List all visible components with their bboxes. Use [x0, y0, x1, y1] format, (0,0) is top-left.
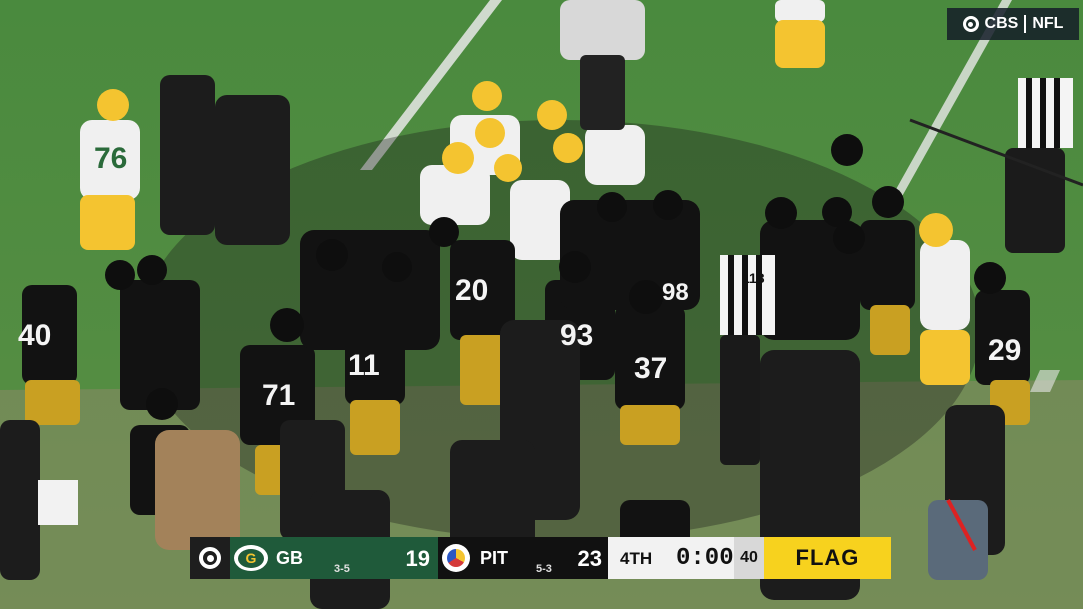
- home-team-score: 23: [577, 546, 602, 571]
- packers-logo-icon: G: [234, 545, 268, 571]
- jersey-number: 76: [94, 142, 127, 175]
- quarter-label: 4TH: [620, 549, 653, 568]
- flag-indicator: FLAG: [764, 537, 891, 579]
- jersey-number: 93: [560, 319, 593, 352]
- game-clock-panel: 4TH 0:00 40: [608, 537, 764, 579]
- home-team-abbr: PIT: [480, 547, 509, 568]
- away-team-abbr: GB: [276, 547, 303, 568]
- broadcast-frame: 76 40 71 11 20 93 37 29 98 118 CBS NFL G…: [0, 0, 1083, 609]
- home-team-panel: PIT 5-3 23: [438, 537, 608, 579]
- jersey-number: 11: [348, 349, 380, 382]
- field-scene: 76 40 71 11 20 93 37 29 98 118: [0, 0, 1083, 609]
- steelers-logo-icon: [442, 544, 470, 572]
- away-team-record: 3-5: [334, 563, 350, 575]
- league-name: NFL: [1032, 15, 1064, 32]
- scorebug: G GB 3-5 19 PIT 5-3 23 4TH 0:00 40 FLAG: [190, 537, 891, 579]
- jersey-number: 71: [262, 379, 295, 412]
- away-team-score: 19: [405, 546, 430, 571]
- jersey-number: 98: [662, 279, 689, 306]
- network-bug: CBS NFL: [947, 8, 1079, 40]
- away-team-panel: G GB 3-5 19: [230, 537, 438, 579]
- network-name: CBS: [984, 15, 1019, 32]
- divider: [1024, 15, 1027, 33]
- jersey-number: 118: [742, 270, 765, 286]
- cbs-eye-icon: [199, 547, 221, 569]
- jersey-number: 37: [634, 352, 667, 385]
- play-clock: 40: [734, 537, 764, 579]
- scorebug-network: [190, 537, 230, 579]
- game-clock: 0:00: [676, 545, 734, 572]
- jersey-number: 40: [18, 319, 51, 352]
- jersey-number: 29: [988, 334, 1021, 367]
- jersey-number: 20: [455, 274, 488, 307]
- cbs-eye-icon: [962, 16, 979, 32]
- home-team-record: 5-3: [536, 563, 552, 575]
